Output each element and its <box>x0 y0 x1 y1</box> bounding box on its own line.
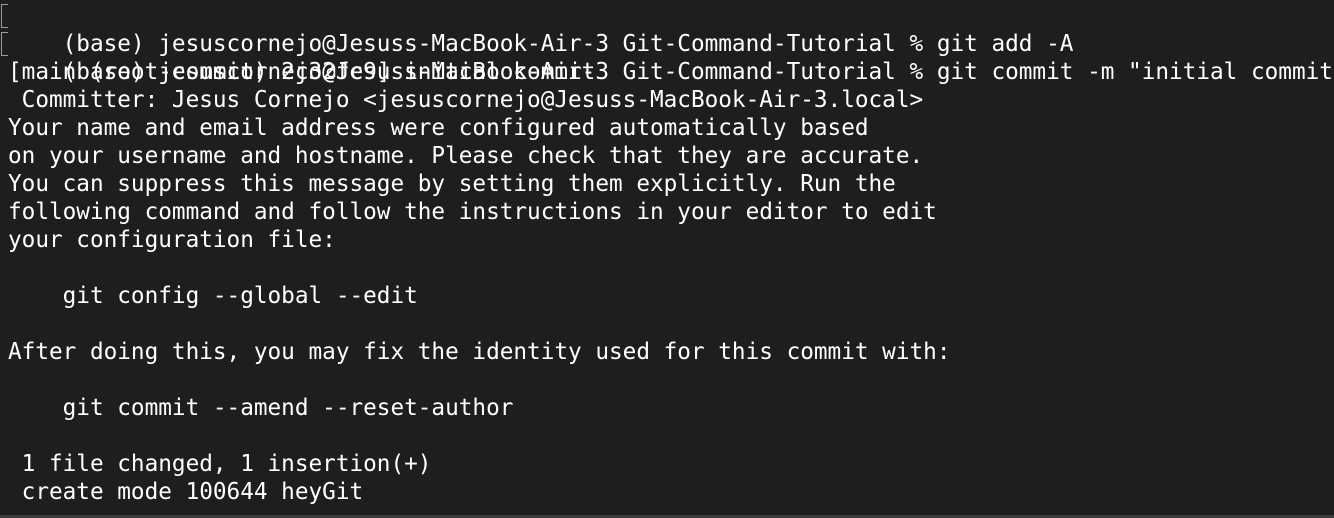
line-text: Your name and email address were configu… <box>8 115 869 141</box>
output-line-config-command: git config --global --edit <box>0 282 1334 310</box>
line-text: create mode 100644 heyGit <box>8 479 364 505</box>
output-line-amend-command: git commit --amend --reset-author <box>0 394 1334 422</box>
line-text: git commit --amend --reset-author <box>8 395 514 421</box>
command-mark-icon[interactable] <box>1 4 8 28</box>
output-line-create-mode: create mode 100644 heyGit <box>0 478 1334 506</box>
prompt-line-git-commit: (base) jesuscornejo@Jesuss-MacBook-Air-3… <box>0 30 1334 85</box>
output-line: After doing this, you may fix the identi… <box>0 338 1334 366</box>
output-line: following command and follow the instruc… <box>0 198 1334 226</box>
line-text: 1 file changed, 1 insertion(+) <box>8 451 432 477</box>
terminal-window[interactable]: (base) jesuscornejo@Jesuss-MacBook-Air-3… <box>0 0 1334 518</box>
line-text: on your username and hostname. Please ch… <box>8 143 924 169</box>
line-text: You can suppress this message by setting… <box>8 171 896 197</box>
line-text: After doing this, you may fix the identi… <box>8 339 951 365</box>
output-line: Your name and email address were configu… <box>0 114 1334 142</box>
command-mark-icon[interactable] <box>1 32 8 56</box>
line-text: git config --global --edit <box>8 283 418 309</box>
output-line: your configuration file: <box>0 226 1334 254</box>
output-line: You can suppress this message by setting… <box>0 170 1334 198</box>
output-line-commit-summary: [main (root-commit) 2c32fc9] initial com… <box>0 58 1334 86</box>
output-line-files-changed: 1 file changed, 1 insertion(+) <box>0 450 1334 478</box>
prompt-line-git-add: (base) jesuscornejo@Jesuss-MacBook-Air-3… <box>0 2 1334 57</box>
line-text: your configuration file: <box>8 227 336 253</box>
line-text: Committer: Jesus Cornejo <jesuscornejo@J… <box>8 87 924 113</box>
output-line-committer: Committer: Jesus Cornejo <jesuscornejo@J… <box>0 86 1334 114</box>
output-line: on your username and hostname. Please ch… <box>0 142 1334 170</box>
line-text: [main (root-commit) 2c32fc9] initial com… <box>8 59 596 85</box>
line-text: following command and follow the instruc… <box>8 199 937 225</box>
